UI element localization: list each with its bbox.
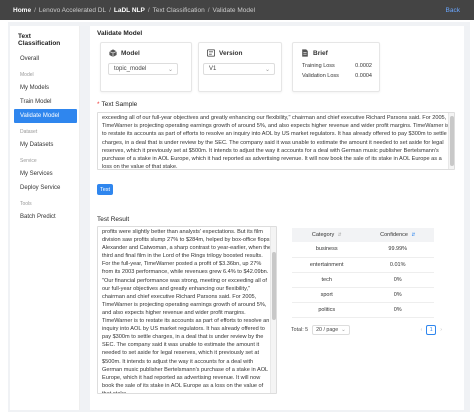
text-sample-value: exceeding all of our full-year objective… <box>102 115 449 170</box>
brief-label: Validation Loss <box>302 73 339 79</box>
table-header-category[interactable]: Category ⇵ <box>292 228 362 242</box>
cell-category: entertainment <box>292 257 362 273</box>
table-header-row: Category ⇵ Confidence ⇵ <box>292 228 434 242</box>
version-select[interactable]: V1 ⌄ <box>203 63 275 75</box>
cell-confidence: 0% <box>361 287 434 303</box>
sidebar-item-my-datasets[interactable]: My Datasets <box>10 138 79 152</box>
sidebar-group-service: Service <box>20 158 37 164</box>
page-number-button[interactable]: 1 <box>426 325 437 335</box>
text-sample-scrollbar[interactable] <box>448 113 454 169</box>
cell-confidence: 0% <box>361 302 434 318</box>
page-title: Validate Model <box>97 30 143 37</box>
cell-confidence: 99.99% <box>361 242 434 258</box>
sidebar-item-deploy-service[interactable]: Deploy Service <box>10 181 79 195</box>
sidebar-item-validate-model[interactable]: Validate Model <box>14 109 77 123</box>
sidebar-item-my-models[interactable]: My Models <box>10 81 79 95</box>
sort-icon[interactable]: ⇵ <box>338 232 342 237</box>
sort-desc-icon[interactable]: ⇵ <box>412 232 416 237</box>
cell-confidence: 0% <box>361 272 434 288</box>
prev-page-icon[interactable]: ‹ <box>420 327 422 333</box>
page-size-value: 20 / page <box>316 327 339 333</box>
sidebar: Text Classification Overall Model My Mod… <box>10 26 80 410</box>
table-header-confidence[interactable]: Confidence ⇵ <box>361 228 434 242</box>
result-table: Category ⇵ Confidence ⇵ business 99.99% … <box>292 228 434 318</box>
brief-label: Training Loss <box>302 63 335 69</box>
cell-category: tech <box>292 272 362 288</box>
table-row: sport 0% <box>292 287 434 303</box>
table-row: tech 0% <box>292 272 434 288</box>
table-row: business 99.99% <box>292 242 434 258</box>
version-select-value: V1 <box>209 66 217 72</box>
text-sample-input[interactable]: exceeding all of our full-year objective… <box>97 112 455 170</box>
table-row: politics 0% <box>292 302 434 318</box>
test-button[interactable]: Test <box>97 184 113 195</box>
brief-value: 0.0004 <box>355 73 372 79</box>
test-result-textarea[interactable]: profits were slightly better than analys… <box>97 226 277 394</box>
breadcrumb-item-text-classification[interactable]: Text Classification <box>150 7 208 14</box>
pagination: Total: 5 20 / page ⌄ ‹ 1 › <box>291 324 446 336</box>
cell-category: politics <box>292 302 362 318</box>
pagination-total: Total: 5 <box>291 327 309 333</box>
breadcrumb-item-validate-model: Validate Model <box>212 6 256 14</box>
breadcrumb-item-nlp[interactable]: LaDL NLP <box>111 7 148 14</box>
required-marker: * <box>97 101 100 108</box>
header-label: Category <box>311 232 335 238</box>
header-label: Confidence <box>380 232 408 238</box>
cell-category: sport <box>292 287 362 303</box>
cell-category: business <box>292 242 362 258</box>
version-icon <box>207 49 215 57</box>
sidebar-group-model: Model <box>20 72 34 78</box>
test-result-value: profits were slightly better than analys… <box>102 229 272 394</box>
document-icon <box>302 49 308 57</box>
sidebar-group-tools: Tools <box>20 201 32 207</box>
chevron-down-icon: ⌄ <box>341 327 346 333</box>
sidebar-group-dataset: Dataset <box>20 129 38 135</box>
test-result-label: Test Result <box>97 216 130 223</box>
cell-confidence: 0.01% <box>361 257 434 273</box>
brief-card: Brief Training Loss 0.0002 Validation Lo… <box>292 42 380 92</box>
brief-card-title: Brief <box>313 49 328 57</box>
version-card-title: Version <box>219 49 243 57</box>
sidebar-item-my-services[interactable]: My Services <box>10 167 79 181</box>
sidebar-item-batch-predict[interactable]: Batch Predict <box>10 210 79 224</box>
brief-value: 0.0002 <box>355 63 372 69</box>
scrollbar-thumb[interactable] <box>450 116 454 166</box>
model-select-value: topic_model <box>114 66 147 72</box>
back-link[interactable]: Back <box>446 7 460 14</box>
table-row: entertainment 0.01% <box>292 257 434 273</box>
brief-row-training-loss: Training Loss 0.0002 <box>302 63 372 69</box>
sidebar-item-train-model[interactable]: Train Model <box>10 95 79 109</box>
test-result-scrollbar[interactable] <box>270 227 276 393</box>
page-size-select[interactable]: 20 / page ⌄ <box>312 325 350 335</box>
cube-icon <box>109 49 117 57</box>
scrollbar-thumb[interactable] <box>272 252 276 320</box>
chevron-down-icon: ⌄ <box>167 67 173 73</box>
sidebar-title: Text Classification <box>18 33 61 47</box>
next-page-icon[interactable]: › <box>440 327 442 333</box>
chevron-down-icon: ⌄ <box>264 67 270 73</box>
text-sample-label-text: Text Sample <box>101 101 138 108</box>
model-select[interactable]: topic_model ⌄ <box>108 63 178 75</box>
brief-row-validation-loss: Validation Loss 0.0004 <box>302 73 372 79</box>
sidebar-item-overall[interactable]: Overall <box>10 52 79 66</box>
text-sample-label: * Text Sample <box>97 101 137 108</box>
breadcrumb-home[interactable]: Home <box>10 7 34 14</box>
breadcrumb: Home / Lenovo Accelerated DL / LaDL NLP … <box>0 0 474 20</box>
model-card-title: Model <box>121 49 140 57</box>
breadcrumb-item-ladl[interactable]: Lenovo Accelerated DL <box>36 7 109 14</box>
